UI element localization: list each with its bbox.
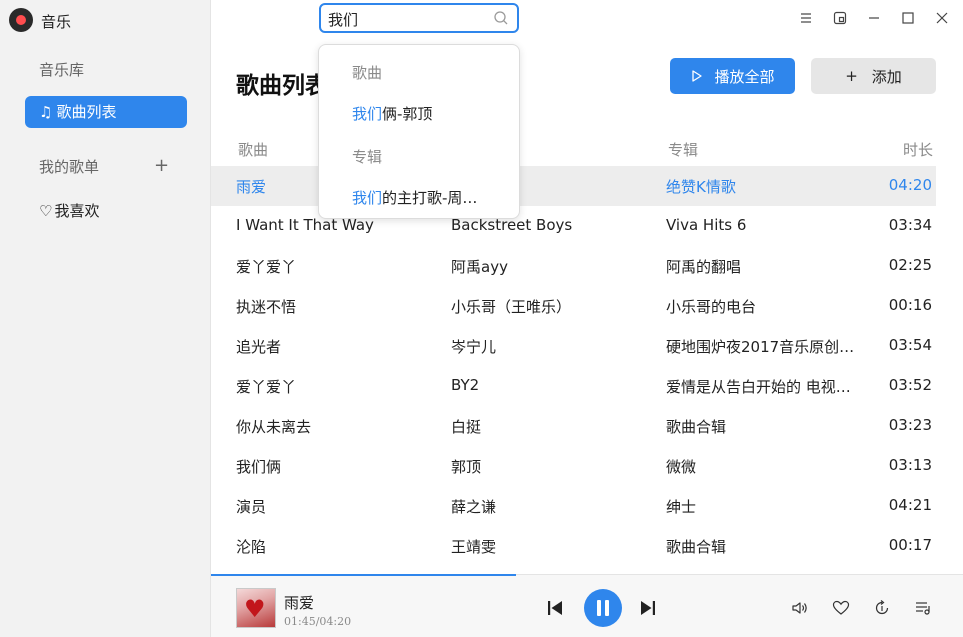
sidebar-item-label: 歌曲列表 — [56, 103, 117, 121]
search-icon[interactable] — [493, 10, 509, 26]
song-album: 阿禹的翻唱 — [666, 258, 742, 276]
play-all-label: 播放全部 — [714, 67, 775, 86]
song-table: 雨爱 绝赞K情歌 04:20 I Want It That Way Backst… — [211, 166, 936, 566]
suggestion-text: 俩-郭顶 — [382, 105, 433, 123]
close-icon[interactable] — [933, 9, 951, 27]
song-duration: 03:34 — [888, 216, 932, 234]
song-album: 歌曲合辑 — [666, 418, 727, 436]
song-album: 微微 — [666, 458, 697, 476]
maximize-icon[interactable] — [899, 9, 917, 27]
song-title: 沦陷 — [236, 538, 267, 556]
add-button[interactable]: + 添加 — [811, 58, 936, 94]
add-playlist-button[interactable]: + — [154, 157, 169, 175]
table-row[interactable]: 沦陷 王靖雯 歌曲合辑 00:17 — [211, 526, 936, 566]
search-input[interactable] — [328, 9, 488, 29]
music-note-icon: ♫ — [39, 103, 53, 121]
song-title: 爱丫爱丫 — [236, 258, 297, 276]
song-artist: 郭顶 — [451, 458, 482, 476]
song-duration: 03:23 — [888, 416, 932, 434]
song-title: 追光者 — [236, 338, 282, 356]
column-album[interactable]: 专辑 — [668, 139, 698, 160]
sidebar-item-my-playlists[interactable]: 我的歌单 — [25, 151, 99, 183]
song-duration: 03:54 — [888, 336, 932, 354]
now-playing-title: 雨爱 — [284, 594, 315, 612]
column-song[interactable]: 歌曲 — [238, 139, 268, 160]
song-album: 硬地围炉夜2017音乐原创… — [666, 338, 855, 356]
search-box[interactable] — [319, 3, 519, 33]
song-title: 我们俩 — [236, 458, 282, 476]
next-icon[interactable] — [640, 599, 656, 617]
suggestion-highlight: 我们 — [352, 105, 383, 123]
song-duration: 03:13 — [888, 456, 932, 474]
song-title: 执迷不悟 — [236, 298, 297, 316]
heart-icon: ♡ — [39, 202, 53, 220]
song-album: 爱情是从告白开始的 电视… — [666, 378, 851, 396]
suggestion-text: 的主打歌-周… — [382, 189, 478, 207]
song-artist: 薛之谦 — [451, 498, 497, 516]
table-row[interactable]: 爱丫爱丫 阿禹ayy 阿禹的翻唱 02:25 — [211, 246, 936, 286]
song-album: 小乐哥的电台 — [666, 298, 757, 316]
sidebar: 音乐 音乐库 ♫ 歌曲列表 我的歌单 + ♡ 我喜欢 — [0, 0, 211, 637]
column-duration[interactable]: 时长 — [903, 139, 933, 160]
song-artist: 白挺 — [451, 418, 482, 436]
minimize-icon[interactable] — [865, 9, 883, 27]
table-row[interactable]: 追光者 岑宁儿 硬地围炉夜2017音乐原创… 03:54 — [211, 326, 936, 366]
song-artist: 阿禹ayy — [451, 258, 508, 276]
song-album: 绝赞K情歌 — [666, 178, 736, 196]
table-row[interactable]: 你从未离去 白挺 歌曲合辑 03:23 — [211, 406, 936, 446]
album-cover[interactable] — [236, 588, 276, 628]
heart-icon[interactable] — [832, 599, 850, 617]
menu-icon[interactable] — [797, 9, 815, 27]
song-album: 绅士 — [666, 498, 697, 516]
song-duration: 02:25 — [888, 256, 932, 274]
suggestion-item-album[interactable]: 我们的主打歌-周… — [352, 187, 477, 208]
song-duration: 00:17 — [888, 536, 932, 554]
suggestion-item-song[interactable]: 我们俩-郭顶 — [352, 103, 432, 124]
play-icon — [692, 70, 703, 82]
pause-button[interactable] — [584, 589, 622, 627]
suggestion-group-albums: 专辑 — [352, 148, 383, 166]
song-artist: 岑宁儿 — [451, 338, 497, 356]
sidebar-item-songlist[interactable]: ♫ 歌曲列表 — [25, 96, 187, 128]
plus-icon: + — [845, 67, 858, 85]
progress-bar[interactable] — [211, 574, 516, 576]
table-row[interactable]: 演员 薛之谦 绅士 04:21 — [211, 486, 936, 526]
now-playing-time: 01:45/04:20 — [284, 615, 352, 628]
sidebar-item-library[interactable]: 音乐库 — [25, 54, 84, 86]
suggestion-group-songs: 歌曲 — [352, 64, 383, 82]
pause-icon — [597, 600, 609, 616]
song-duration: 03:52 — [888, 376, 932, 394]
song-artist: 小乐哥（王唯乐） — [451, 298, 572, 316]
song-artist: BY2 — [451, 376, 480, 394]
previous-icon[interactable] — [547, 599, 563, 617]
song-artist: 王靖雯 — [451, 538, 497, 556]
repeat-mode-icon[interactable] — [873, 599, 891, 617]
song-duration: 04:20 — [888, 176, 932, 194]
add-label: 添加 — [871, 67, 902, 86]
sidebar-item-label: 我喜欢 — [54, 202, 100, 220]
table-row[interactable]: 爱丫爱丫 BY2 爱情是从告白开始的 电视… 03:52 — [211, 366, 936, 406]
player-bar: 雨爱 01:45/04:20 — [211, 574, 963, 637]
song-title: 雨爱 — [236, 178, 267, 196]
song-title: 演员 — [236, 498, 267, 516]
mini-mode-icon[interactable] — [831, 9, 849, 27]
song-title: 爱丫爱丫 — [236, 378, 297, 396]
search-suggestions: 歌曲 我们俩-郭顶 专辑 我们的主打歌-周… — [318, 44, 520, 219]
song-title: 你从未离去 — [236, 418, 312, 436]
suggestion-highlight: 我们 — [352, 189, 383, 207]
volume-icon[interactable] — [791, 599, 809, 617]
playlist-icon[interactable] — [914, 599, 932, 617]
play-all-button[interactable]: 播放全部 — [670, 58, 795, 94]
table-row[interactable]: 我们俩 郭顶 微微 03:13 — [211, 446, 936, 486]
song-duration: 00:16 — [888, 296, 932, 314]
song-duration: 04:21 — [888, 496, 932, 514]
app-title: 音乐 — [41, 13, 72, 31]
song-album: 歌曲合辑 — [666, 538, 727, 556]
app-logo — [9, 8, 33, 32]
sidebar-item-favorites[interactable]: ♡ 我喜欢 — [25, 195, 99, 227]
table-row[interactable]: 执迷不悟 小乐哥（王唯乐） 小乐哥的电台 00:16 — [211, 286, 936, 326]
page-title: 歌曲列表 — [236, 73, 328, 99]
song-album: Viva Hits 6 — [666, 216, 747, 234]
